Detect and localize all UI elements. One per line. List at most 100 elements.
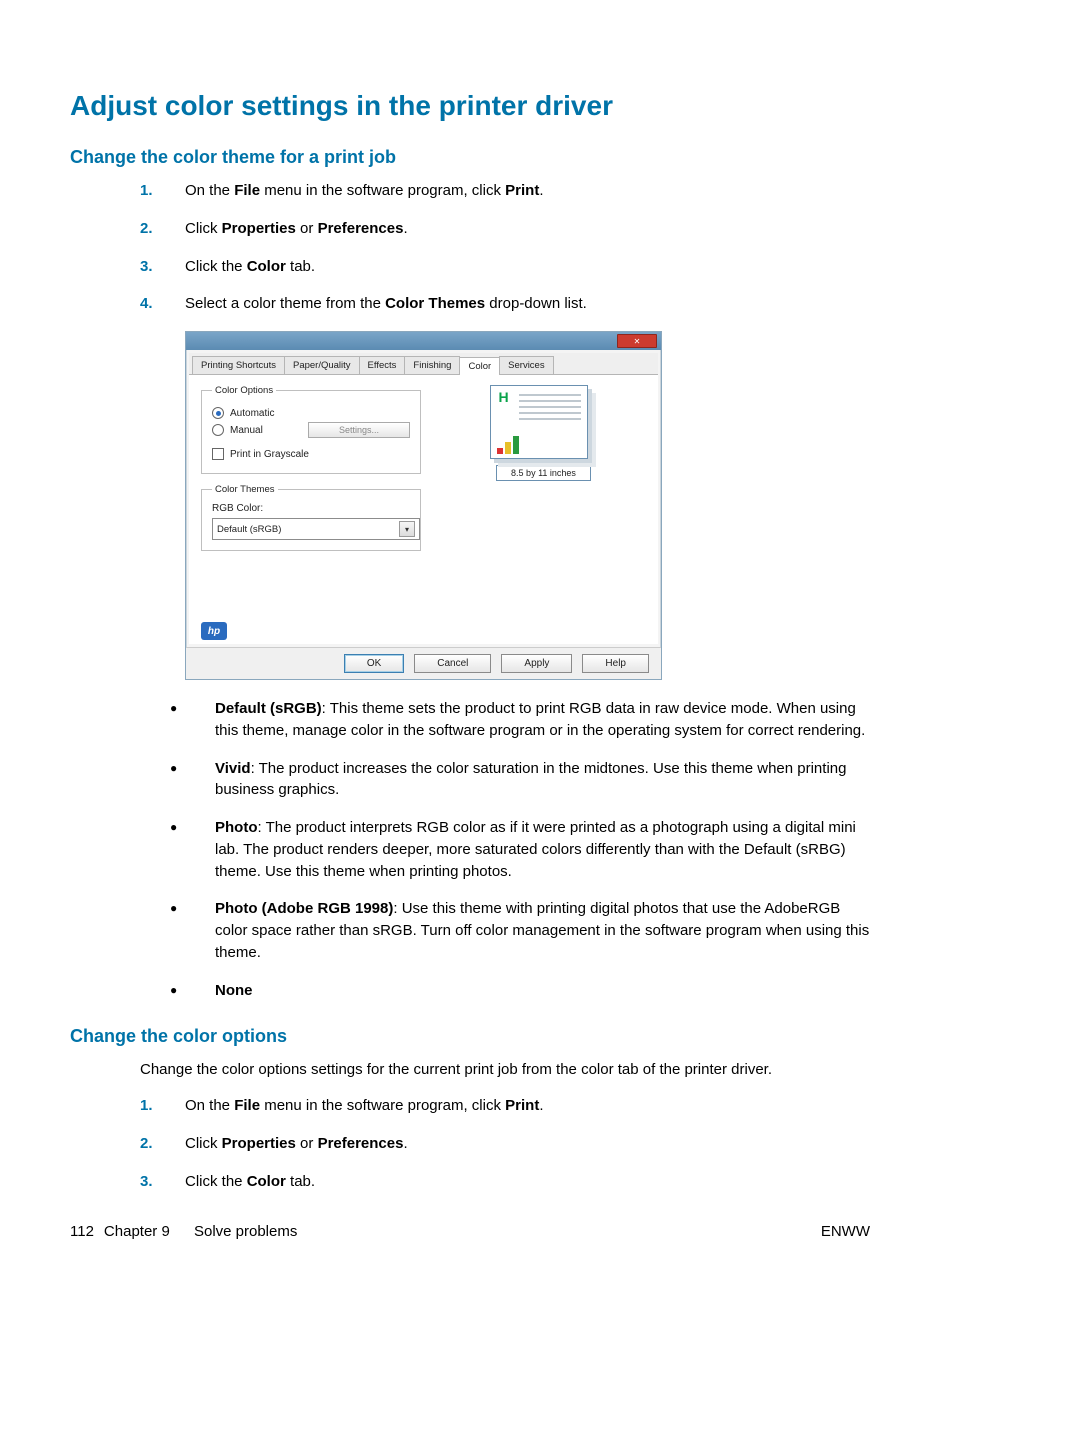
step-text: On the: [185, 1097, 234, 1114]
step-text: tab.: [286, 258, 315, 275]
dialog-screenshot: ✕ Printing Shortcuts Paper/Quality Effec…: [185, 331, 870, 680]
page-footer: 112 Chapter 9 Solve problems ENWW: [0, 1223, 940, 1240]
step-bold: Preferences: [318, 1135, 404, 1152]
step-text: menu in the software program, click: [260, 182, 505, 199]
color-right-column: H 8.5 by 11 inches: [421, 385, 646, 600]
hp-logo-icon: hp: [201, 622, 227, 640]
footer-page-number: 112: [70, 1223, 94, 1240]
settings-button[interactable]: Settings...: [308, 422, 410, 438]
tab-paper-quality[interactable]: Paper/Quality: [284, 356, 360, 374]
page-title: Adjust color settings in the printer dri…: [70, 90, 870, 122]
checkbox-grayscale-label: Print in Grayscale: [230, 449, 309, 460]
footer-chapter-title: Solve problems: [194, 1223, 297, 1240]
step-text: .: [539, 1097, 543, 1114]
step-item: Click the Color tab.: [140, 256, 870, 278]
step-text: .: [403, 220, 407, 237]
help-button[interactable]: Help: [582, 654, 649, 673]
step-bold: File: [234, 182, 260, 199]
tab-printing-shortcuts[interactable]: Printing Shortcuts: [192, 356, 285, 374]
color-themes-legend: Color Themes: [212, 484, 278, 495]
step-text: Select a color theme from the: [185, 295, 385, 312]
chevron-down-icon[interactable]: ▾: [399, 521, 415, 537]
dialog-body: Printing Shortcuts Paper/Quality Effects…: [189, 353, 658, 644]
page-preview: H 8.5 by 11 inches: [490, 385, 598, 481]
bullet-text: : The product increases the color satura…: [215, 760, 846, 799]
steps-list-a: On the File menu in the software program…: [140, 180, 870, 315]
color-theme-select[interactable]: Default (sRGB) ▾: [212, 518, 420, 540]
color-left-column: Color Options Automatic Manual Settings.…: [201, 385, 421, 600]
step-text: drop-down list.: [485, 295, 587, 312]
step-item: On the File menu in the software program…: [140, 1095, 870, 1117]
footer-right: ENWW: [821, 1223, 870, 1240]
tab-services[interactable]: Services: [499, 356, 553, 374]
dialog-button-row: OK Cancel Apply Help: [186, 647, 661, 679]
preview-dimensions: 8.5 by 11 inches: [496, 465, 591, 481]
step-bold: Print: [505, 182, 539, 199]
step-bold: File: [234, 1097, 260, 1114]
tab-panel-color: Color Options Automatic Manual Settings.…: [189, 375, 658, 618]
step-text: Click: [185, 220, 222, 237]
list-item: Photo (Adobe RGB 1998): Use this theme w…: [170, 898, 870, 963]
step-bold: Color: [247, 258, 286, 275]
preview-text-lines: [519, 394, 581, 424]
radio-automatic-label: Automatic: [230, 408, 274, 419]
step-bold: Properties: [222, 1135, 296, 1152]
color-theme-selected: Default (sRGB): [217, 524, 281, 535]
step-bold: Properties: [222, 220, 296, 237]
list-item: None: [170, 980, 870, 1002]
color-themes-group: Color Themes RGB Color: Default (sRGB) ▾: [201, 484, 421, 551]
step-text: Click the: [185, 258, 247, 275]
tab-effects[interactable]: Effects: [359, 356, 406, 374]
tab-finishing[interactable]: Finishing: [404, 356, 460, 374]
tab-color[interactable]: Color: [459, 357, 500, 375]
checkbox-grayscale[interactable]: [212, 448, 224, 460]
theme-description-list: Default (sRGB): This theme sets the prod…: [170, 698, 870, 1001]
print-properties-dialog: ✕ Printing Shortcuts Paper/Quality Effec…: [185, 331, 662, 680]
dialog-tabs: Printing Shortcuts Paper/Quality Effects…: [189, 353, 658, 375]
step-item: Click Properties or Preferences.: [140, 1133, 870, 1155]
step-bold: Preferences: [318, 220, 404, 237]
color-options-legend: Color Options: [212, 385, 276, 396]
list-item: Vivid: The product increases the color s…: [170, 758, 870, 802]
cancel-button[interactable]: Cancel: [414, 654, 491, 673]
dialog-titlebar: ✕: [186, 332, 661, 350]
step-text: Click the: [185, 1173, 247, 1190]
step-text: Click: [185, 1135, 222, 1152]
paper-preview-icon: H: [490, 385, 588, 459]
step-text: On the: [185, 182, 234, 199]
bullet-bold: Vivid: [215, 760, 251, 777]
bullet-bold: Photo (Adobe RGB 1998): [215, 900, 393, 917]
step-bold: Print: [505, 1097, 539, 1114]
bullet-text: : The product interprets RGB color as if…: [215, 819, 856, 880]
preview-bar-chart-icon: [497, 436, 519, 454]
step-text: menu in the software program, click: [260, 1097, 505, 1114]
close-icon[interactable]: ✕: [617, 334, 657, 348]
color-options-group: Color Options Automatic Manual Settings.…: [201, 385, 421, 474]
step-bold: Color: [247, 1173, 286, 1190]
bullet-bold: Photo: [215, 819, 258, 836]
step-text: or: [296, 220, 318, 237]
step-text: .: [539, 182, 543, 199]
list-item: Default (sRGB): This theme sets the prod…: [170, 698, 870, 742]
radio-automatic[interactable]: [212, 407, 224, 419]
hp-logo-row: hp: [189, 618, 658, 644]
document-page: Adjust color settings in the printer dri…: [0, 0, 940, 1300]
step-item: Click the Color tab.: [140, 1171, 870, 1193]
radio-manual[interactable]: [212, 424, 224, 436]
apply-button[interactable]: Apply: [501, 654, 572, 673]
step-text: tab.: [286, 1173, 315, 1190]
step-item: Select a color theme from the Color Them…: [140, 293, 870, 315]
ok-button[interactable]: OK: [344, 654, 404, 673]
step-text: .: [403, 1135, 407, 1152]
step-item: Click Properties or Preferences.: [140, 218, 870, 240]
section-heading-change-theme: Change the color theme for a print job: [70, 147, 870, 168]
list-item: Photo: The product interprets RGB color …: [170, 817, 870, 882]
footer-chapter-label: Chapter 9: [104, 1223, 170, 1240]
rgb-color-label: RGB Color:: [212, 503, 410, 514]
radio-manual-label: Manual: [230, 425, 263, 436]
steps-list-b: On the File menu in the software program…: [140, 1095, 870, 1192]
preview-h-icon: H: [497, 389, 511, 405]
step-item: On the File menu in the software program…: [140, 180, 870, 202]
step-bold: Color Themes: [385, 295, 485, 312]
bullet-bold: None: [215, 982, 253, 999]
